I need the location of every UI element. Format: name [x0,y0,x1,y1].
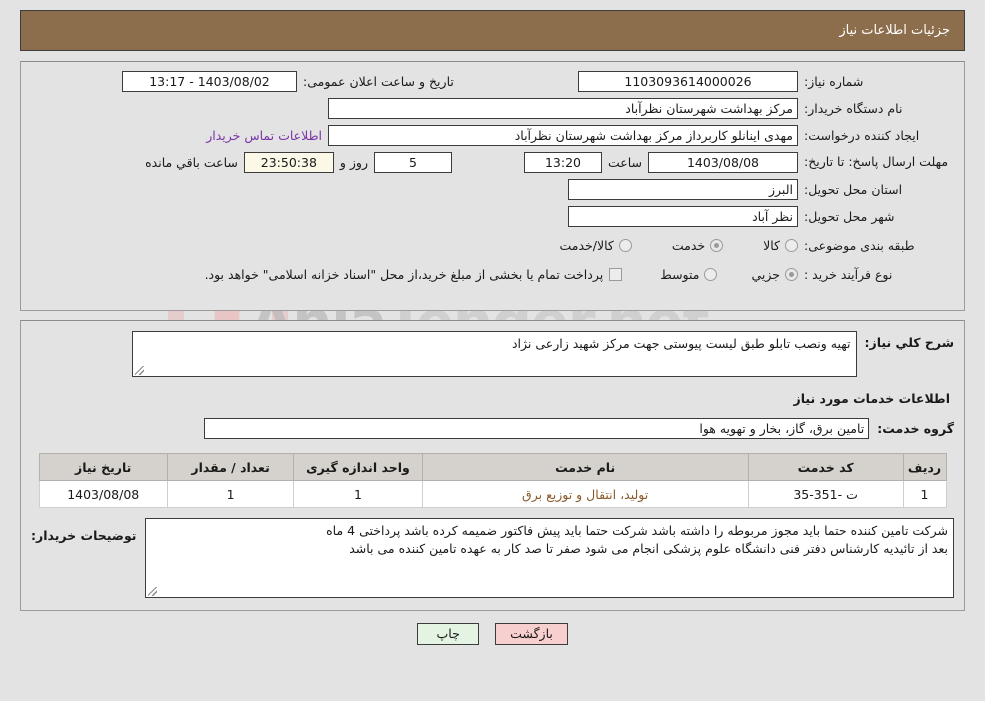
page-title: جزئیات اطلاعات نیاز [839,23,950,38]
row-need-number: شماره نیاز: 1103093614000026 تاریخ و ساع… [31,70,954,92]
row-description: شرح کلي نیاز: تهیه ونصب تابلو طبق لیست پ… [31,331,954,377]
province-value: البرز [568,178,798,200]
services-section-title: اطلاعات خدمات مورد نیاز [793,391,951,406]
buyer-notes-label: توضیحات خریدار: [31,528,137,543]
description-textarea[interactable]: تهیه ونصب تابلو طبق لیست پیوستی جهت مرکز… [131,331,857,377]
service-group-label: گروه خدمت: [877,421,954,436]
deadline-label: مهلت ارسال پاسخ: تا تاریخ: [804,154,949,169]
buyer-notes-line-2: بعد از تائیدیه کارشناس دفتر فنی دانشگاه … [349,541,948,556]
row-creator: ایجاد کننده درخواست: مهدی اینانلو کاربرد… [31,124,954,146]
back-button[interactable]: بازگشت [495,623,568,645]
column-header-date: تاریخ نیاز [38,453,168,481]
category-option-kala-label: کالا [763,237,780,253]
services-table: ردیف کد خدمت نام خدمت واحد اندازه گیری ت… [38,453,947,508]
row-city: شهر محل تحویل: نظر آباد [31,205,954,227]
remaining-days-label: روز و [339,154,368,170]
row-process: نوع فرآیند خرید : جزیي متوسط پرداخت تمام… [31,263,954,285]
row-province: استان محل تحویل: البرز [31,178,954,200]
cell-code: ت -351-35 [747,480,904,508]
need-number-label: شماره نیاز: [804,73,864,89]
radio-khedmat-icon[interactable] [710,238,724,252]
deadline-hour-label: ساعت [607,154,642,170]
column-header-unit: واحد اندازه گیری [293,453,423,481]
category-option-khedmat[interactable]: خدمت [671,237,724,253]
creator-value: مهدی اینانلو کاربرداز مرکز بهداشت شهرستا… [328,124,798,146]
service-group-value: تامین برق، گاز، بخار و تهویه هوا [204,418,870,439]
treasury-note-label: پرداخت تمام یا بخشی از مبلغ خرید،از محل … [204,266,604,282]
row-category: طبقه بندی موضوعی: کالا خدمت کالا/خدمت [31,234,954,256]
buyer-notes-textarea[interactable]: شرکت تامین کننده حتما باید مجوز مربوطه ر… [144,518,954,598]
buyer-contact-link[interactable]: اطلاعات تماس خریدار [206,128,322,143]
page-root: جزئیات اطلاعات نیاز شماره نیاز: 11030936… [0,10,985,645]
creator-label: ایجاد کننده درخواست: [804,127,920,143]
radio-motevaset-icon[interactable] [704,267,718,281]
buyer-org-value: مرکز بهداشت شهرستان نظرآباد [328,97,798,119]
process-option-jozei-label: جزیي [751,266,780,282]
row-buyer-notes: توضیحات خریدار: شرکت تامین کننده حتما با… [31,518,954,598]
deadline-date-value: 1403/08/08 [648,151,798,173]
row-service-group: گروه خدمت: تامین برق، گاز، بخار و تهویه … [31,418,954,439]
remaining-clock-label: ساعت باقي مانده [145,154,238,170]
process-option-jozei[interactable]: جزیي [751,267,798,282]
footer-actions: بازگشت چاپ [0,623,985,645]
treasury-checkbox[interactable] [609,267,623,281]
need-number-value: 1103093614000026 [578,70,798,92]
process-option-motevaset-label: متوسط [660,266,700,282]
description-value: تهیه ونصب تابلو طبق لیست پیوستی جهت مرکز… [511,336,851,351]
cell-date: 1403/08/08 [38,480,168,508]
city-value: نظر آباد [568,205,798,227]
need-details-panel: شرح کلي نیاز: تهیه ونصب تابلو طبق لیست پ… [20,320,965,611]
table-header-row: ردیف کد خدمت نام خدمت واحد اندازه گیری ت… [38,453,947,481]
radio-jozei-icon[interactable] [785,267,798,281]
category-option-kala[interactable]: کالا [763,238,798,253]
remaining-clock-value: 23:50:38 [243,151,334,173]
radio-kala-khedmat-icon[interactable] [618,238,632,252]
category-option-kala-khedmat[interactable]: کالا/خدمت [559,237,632,253]
column-header-qty: تعداد / مقدار [166,453,295,481]
cell-qty: 1 [166,480,295,508]
description-label: شرح کلي نیاز: [864,335,954,350]
process-option-motevaset[interactable]: متوسط [660,266,718,282]
cell-radif: 1 [902,480,947,508]
row-buyer-org: نام دستگاه خریدار: مرکز بهداشت شهرستان ن… [31,97,954,119]
row-deadline: مهلت ارسال پاسخ: تا تاریخ: 1403/08/08 سا… [31,151,954,173]
column-header-name: نام خدمت [421,453,749,481]
print-button[interactable]: چاپ [417,623,480,645]
radio-kala-icon[interactable] [785,238,798,252]
category-label: طبقه بندی موضوعی: [804,237,915,253]
buyer-org-label: نام دستگاه خریدار: [804,100,903,116]
deadline-time-value: 13:20 [523,151,602,173]
announce-value: 1403/08/02 - 13:17 [122,70,297,92]
cell-unit: 1 [293,480,423,508]
table-row: 1 ت -351-35 تولید، انتقال و توزیع برق 1 … [38,480,947,508]
process-label: نوع فرآیند خرید : [804,266,893,282]
category-option-khedmat-label: خدمت [671,237,706,253]
page-title-bar: جزئیات اطلاعات نیاز [20,10,965,51]
announce-label: تاریخ و ساعت اعلان عمومی: [303,73,454,89]
need-info-panel: شماره نیاز: 1103093614000026 تاریخ و ساع… [20,61,965,311]
province-label: استان محل تحویل: [804,181,903,197]
cell-name: تولید، انتقال و توزیع برق [421,480,749,508]
category-option-kala-khedmat-label: کالا/خدمت [559,237,614,253]
remaining-days-value: 5 [373,151,452,173]
column-header-code: کد خدمت [747,453,904,481]
buyer-notes-line-1: شرکت تامین کننده حتما باید مجوز مربوطه ر… [326,523,948,538]
column-header-radif: ردیف [902,453,947,481]
city-label: شهر محل تحویل: [804,208,895,224]
